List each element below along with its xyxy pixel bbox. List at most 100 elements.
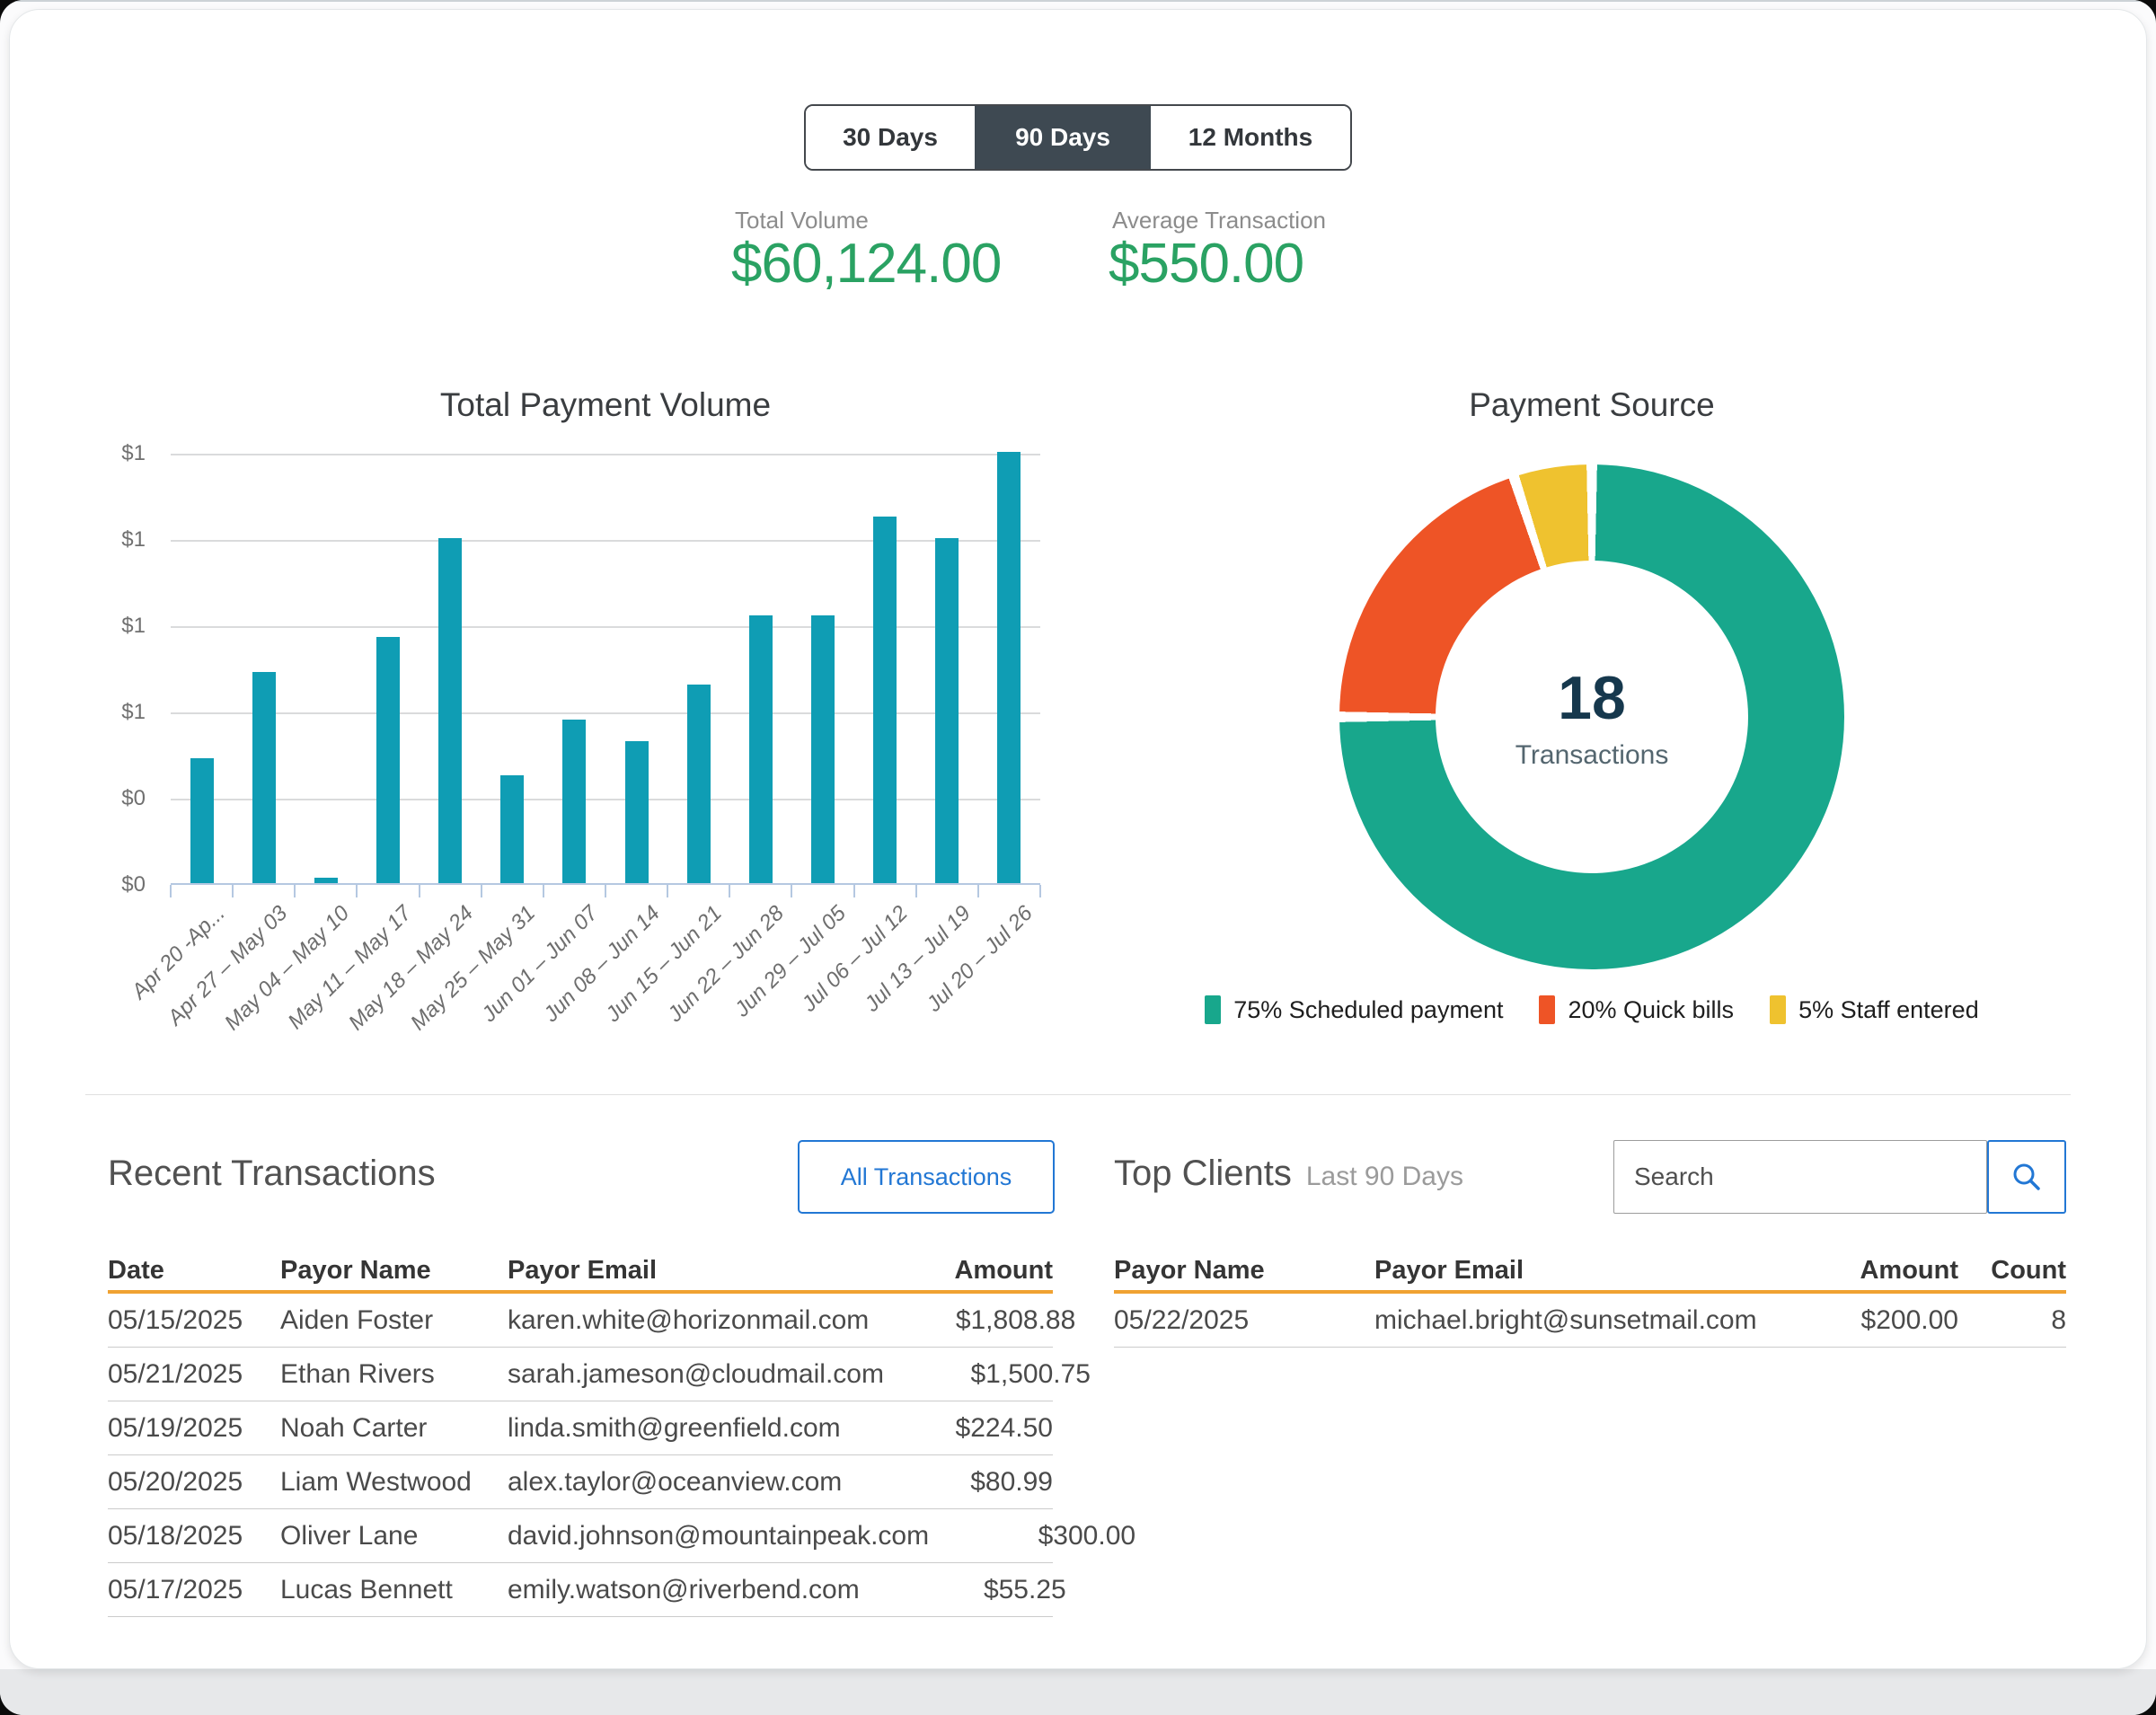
table-cell: emily.watson@riverbend.com xyxy=(508,1575,860,1605)
top-clients-heading: Top Clients Last 90 Days xyxy=(1114,1154,1463,1194)
top-clients-table-header: Payor NamePayor EmailAmountCount xyxy=(1114,1251,2066,1294)
tab-30-days[interactable]: 30 Days xyxy=(806,106,975,169)
total-volume-label: Total Volume xyxy=(735,207,869,234)
column-header: Payor Name xyxy=(280,1256,508,1286)
table-cell: $200.00 xyxy=(1788,1305,1958,1336)
top-clients-subtitle: Last 90 Days xyxy=(1306,1162,1463,1192)
legend-label: 5% Staff entered xyxy=(1798,996,1979,1024)
legend-label: 20% Quick bills xyxy=(1568,996,1734,1024)
payment-source-donut[interactable]: 18 Transactions xyxy=(1339,464,1844,969)
table-cell: karen.white@horizonmail.com xyxy=(508,1305,869,1336)
table-cell: michael.bright@sunsetmail.com xyxy=(1374,1305,1788,1336)
top-clients-table: Payor NamePayor EmailAmountCount 05/22/2… xyxy=(1114,1251,2066,1348)
volume-bar[interactable] xyxy=(562,720,586,883)
volume-bar[interactable] xyxy=(749,615,773,883)
legend-item: 5% Staff entered xyxy=(1770,995,1979,1024)
volume-bar[interactable] xyxy=(997,452,1021,883)
volume-bar[interactable] xyxy=(500,775,524,883)
table-cell: linda.smith@greenfield.com xyxy=(508,1413,846,1444)
table-cell: Ethan Rivers xyxy=(280,1359,508,1390)
gridline xyxy=(171,626,1040,628)
bottom-gray-strip xyxy=(0,1669,2156,1715)
axis-tick xyxy=(667,885,668,897)
column-header: Payor Email xyxy=(1374,1256,1788,1286)
y-axis-label: $1 xyxy=(65,441,146,466)
payments-dashboard: { "tabs": { "items": [ { "label": "30 Da… xyxy=(0,0,2156,1715)
axis-tick xyxy=(481,885,482,897)
axis-tick xyxy=(853,885,855,897)
table-cell: 05/17/2025 xyxy=(108,1575,280,1605)
column-header: Amount xyxy=(1788,1256,1958,1286)
axis-tick xyxy=(294,885,296,897)
donut-transaction-label: Transactions xyxy=(1515,740,1669,771)
table-cell: 8 xyxy=(1958,1305,2066,1336)
total-volume-value: $60,124.00 xyxy=(731,232,1001,296)
volume-bar[interactable] xyxy=(687,685,711,883)
axis-tick xyxy=(605,885,606,897)
bar-chart-title: Total Payment Volume xyxy=(171,386,1040,424)
tab-90-days[interactable]: 90 Days xyxy=(975,106,1151,169)
volume-bar[interactable] xyxy=(935,538,959,883)
table-cell: Aiden Foster xyxy=(280,1305,508,1336)
table-row: 05/19/2025Noah Carterlinda.smith@greenfi… xyxy=(108,1401,1053,1455)
recent-table-header: DatePayor NamePayor EmailAmount xyxy=(108,1251,1053,1294)
bar-chart-plot xyxy=(171,454,1040,885)
table-row: 05/21/2025Ethan Riverssarah.jameson@clou… xyxy=(108,1348,1053,1401)
column-header: Date xyxy=(108,1256,280,1286)
legend-swatch xyxy=(1539,995,1555,1024)
average-transaction-value: $550.00 xyxy=(1109,232,1303,296)
top-clients-table-body: 05/22/2025michael.bright@sunsetmail.com$… xyxy=(1114,1294,2066,1348)
recent-table-body: 05/15/2025Aiden Fosterkaren.white@horizo… xyxy=(108,1294,1053,1617)
section-divider xyxy=(85,1094,2071,1095)
volume-bar[interactable] xyxy=(190,758,214,883)
donut-legend: 75% Scheduled payment 20% Quick bills 5% S… xyxy=(1143,995,2041,1024)
axis-tick xyxy=(1039,885,1041,897)
volume-bar[interactable] xyxy=(314,878,338,883)
table-cell: $300.00 xyxy=(929,1521,1135,1551)
table-cell: 05/22/2025 xyxy=(1114,1305,1374,1336)
axis-tick xyxy=(170,885,172,897)
table-cell: sarah.jameson@cloudmail.com xyxy=(508,1359,884,1390)
table-cell: $80.99 xyxy=(846,1467,1053,1498)
donut-chart-title: Payment Source xyxy=(1339,386,1844,424)
table-cell: $55.25 xyxy=(860,1575,1066,1605)
volume-bar[interactable] xyxy=(625,741,649,883)
average-transaction-label: Average Transaction xyxy=(1112,207,1326,234)
axis-tick xyxy=(729,885,730,897)
table-cell: Oliver Lane xyxy=(280,1521,508,1551)
axis-tick xyxy=(977,885,979,897)
table-row: 05/20/2025Liam Westwoodalex.taylor@ocean… xyxy=(108,1455,1053,1509)
axis-tick xyxy=(791,885,792,897)
search-button[interactable] xyxy=(1987,1140,2066,1214)
table-cell: 05/18/2025 xyxy=(108,1521,280,1551)
tab-12-months[interactable]: 12 Months xyxy=(1151,106,1350,169)
table-cell: david.johnson@mountainpeak.com xyxy=(508,1521,929,1551)
volume-bar[interactable] xyxy=(873,517,897,883)
period-tab-group: 30 Days 90 Days 12 Months xyxy=(804,104,1352,171)
y-axis-label: $1 xyxy=(65,527,146,553)
gridline xyxy=(171,454,1040,455)
volume-bar[interactable] xyxy=(376,637,400,883)
search-input[interactable] xyxy=(1613,1140,1987,1214)
axis-tick xyxy=(915,885,917,897)
axis-tick xyxy=(232,885,234,897)
column-header: Count xyxy=(1958,1256,2066,1286)
donut-center: 18 Transactions xyxy=(1436,561,1748,873)
gridline xyxy=(171,540,1040,542)
table-row: 05/22/2025michael.bright@sunsetmail.com$… xyxy=(1114,1294,2066,1348)
column-header: Payor Email xyxy=(508,1256,846,1286)
gridline xyxy=(171,799,1040,800)
volume-bar[interactable] xyxy=(811,615,835,883)
column-header: Payor Name xyxy=(1114,1256,1374,1286)
table-row: 05/15/2025Aiden Fosterkaren.white@horizo… xyxy=(108,1294,1053,1348)
volume-bar[interactable] xyxy=(438,538,462,883)
table-cell: 05/21/2025 xyxy=(108,1359,280,1390)
y-axis-label: $0 xyxy=(65,872,146,897)
legend-label: 75% Scheduled payment xyxy=(1233,996,1503,1024)
table-cell: 05/15/2025 xyxy=(108,1305,280,1336)
legend-item: 20% Quick bills xyxy=(1539,995,1734,1024)
volume-bar[interactable] xyxy=(252,672,276,883)
table-cell: Lucas Bennett xyxy=(280,1575,508,1605)
all-transactions-button[interactable]: All Transactions xyxy=(798,1140,1055,1214)
top-clients-title: Top Clients xyxy=(1114,1154,1292,1194)
